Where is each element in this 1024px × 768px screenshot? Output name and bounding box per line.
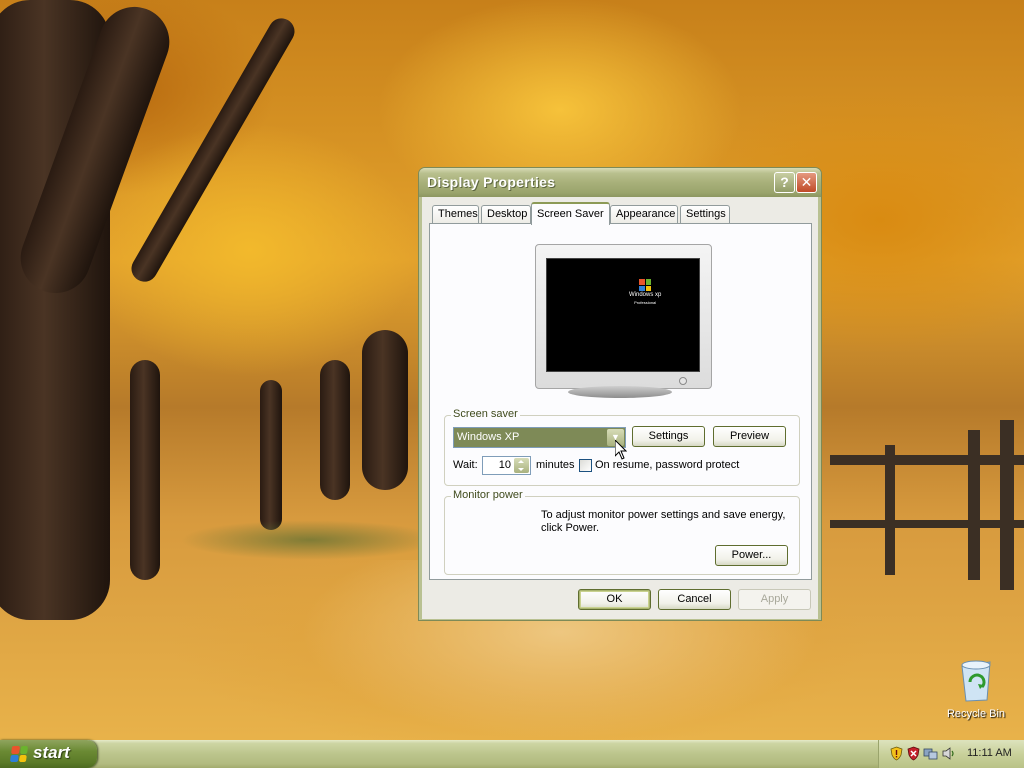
dialog-title: Display Properties	[427, 174, 556, 190]
preview-logo-sub: Professional	[634, 300, 657, 305]
tree-trunk	[362, 330, 408, 490]
recycle-bin-label: Recycle Bin	[946, 708, 1006, 720]
screen-saver-selected: Windows XP	[457, 431, 520, 443]
tab-themes[interactable]: Themes	[432, 205, 479, 224]
volume-icon[interactable]	[941, 746, 956, 761]
password-protect-checkbox[interactable]	[579, 459, 592, 472]
screen-saver-legend: Screen saver	[451, 408, 520, 420]
security-shield-icon[interactable]	[889, 746, 904, 761]
start-button[interactable]: start	[0, 740, 97, 768]
screen-saver-preview: Windows xp Professional	[535, 244, 712, 398]
recycle-bin[interactable]: Recycle Bin	[940, 656, 1012, 720]
preview-button[interactable]: Preview	[713, 426, 786, 447]
tab-desktop[interactable]: Desktop	[481, 205, 531, 224]
settings-button[interactable]: Settings	[632, 426, 705, 447]
ok-button[interactable]: OK	[578, 589, 651, 610]
display-properties-dialog: Display Properties ? ✕ Themes Desktop Sc…	[418, 167, 822, 621]
mouse-cursor-icon	[615, 440, 627, 460]
minutes-label: minutes	[536, 459, 575, 471]
tree-trunk	[130, 360, 160, 580]
monitor-power-group: Monitor power To adjust monitor power se…	[444, 489, 800, 575]
fence-post	[885, 445, 895, 575]
antivirus-icon[interactable]	[906, 746, 921, 761]
preview-screen: Windows xp Professional	[546, 258, 700, 372]
windows-flag-icon	[639, 279, 652, 291]
screen-saver-select[interactable]: Windows XP ▼	[453, 427, 626, 448]
tab-settings[interactable]: Settings	[680, 205, 730, 224]
monitor-power-legend: Monitor power	[451, 489, 525, 501]
fence-post	[1000, 420, 1014, 590]
system-tray: 11:11 AM	[878, 740, 1024, 768]
recycle-bin-icon	[956, 656, 996, 702]
tab-screen-saver[interactable]: Screen Saver	[531, 202, 610, 225]
monitor-case: Windows xp Professional	[535, 244, 712, 389]
power-led-icon	[679, 377, 687, 385]
tab-appearance[interactable]: Appearance	[610, 205, 678, 224]
clock[interactable]: 11:11 AM	[967, 747, 1012, 759]
power-button[interactable]: Power...	[715, 545, 788, 566]
fence-rail	[830, 520, 1024, 528]
monitor-stand	[568, 386, 672, 398]
undergrowth	[180, 520, 440, 560]
windows-logo: Windows xp Professional	[629, 279, 661, 306]
start-label: start	[33, 743, 70, 762]
wait-value: 10	[498, 459, 511, 471]
fence-rail	[830, 455, 1024, 465]
fence-post	[968, 430, 980, 580]
dialog-body: Themes Desktop Screen Saver Appearance S…	[422, 197, 818, 619]
spinner-arrows-icon[interactable]	[514, 458, 529, 473]
cancel-button[interactable]: Cancel	[658, 589, 731, 610]
tree-trunk	[320, 360, 350, 500]
taskbar: start 11:11 AM	[0, 740, 1024, 768]
title-bar[interactable]: Display Properties ? ✕	[419, 168, 821, 197]
apply-button[interactable]: Apply	[738, 589, 811, 610]
tree-trunk	[260, 380, 282, 530]
close-button[interactable]: ✕	[796, 172, 817, 193]
password-protect-label[interactable]: On resume, password protect	[595, 459, 739, 471]
wait-minutes-spinner[interactable]: 10	[482, 456, 531, 475]
network-icon[interactable]	[923, 746, 938, 761]
screen-saver-panel: Windows xp Professional Screen saver Win…	[429, 223, 812, 580]
windows-flag-icon	[9, 746, 29, 762]
help-button[interactable]: ?	[774, 172, 795, 193]
monitor-power-description: To adjust monitor power settings and sav…	[541, 509, 786, 534]
wait-label: Wait:	[453, 459, 478, 471]
preview-logo-text: Windows xp	[629, 292, 662, 298]
